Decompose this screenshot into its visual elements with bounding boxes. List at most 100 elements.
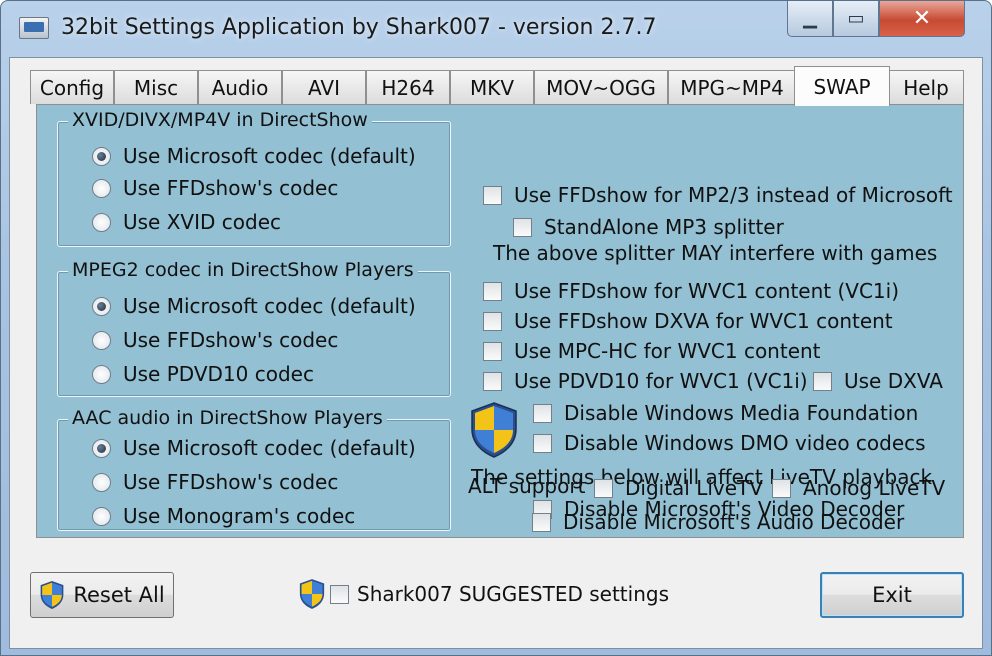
xvid-option-xvid[interactable]: Use XVID codec — [92, 210, 281, 234]
checkbox-label: StandAlone MP3 splitter — [544, 215, 784, 239]
checkbox-label: Digital LiveTV — [625, 476, 763, 500]
ffdshow-mp23-checkbox[interactable]: Use FFDshow for MP2/3 instead of Microso… — [483, 183, 953, 207]
analog-livetv-checkbox[interactable]: Anolog LiveTV — [772, 476, 945, 500]
checkbox-icon — [483, 311, 502, 331]
alt-support-label: ALT support — [468, 474, 586, 498]
checkbox-label: Disable Windows DMO video codecs — [564, 431, 926, 455]
tab-mkv[interactable]: MKV — [450, 70, 534, 104]
radio-icon — [92, 364, 111, 384]
window-title: 32bit Settings Application by Shark007 -… — [61, 15, 657, 40]
checkbox-icon — [813, 371, 832, 391]
reset-all-button[interactable]: Reset All — [30, 572, 174, 618]
aac-option-microsoft[interactable]: Use Microsoft codec (default) — [92, 436, 416, 460]
disable-dmo-checkbox[interactable]: Disable Windows DMO video codecs — [533, 431, 926, 455]
suggested-settings-checkbox[interactable]: Shark007 SUGGESTED settings — [298, 578, 669, 610]
splitter-warning-text: The above splitter MAY interfere with ga… — [493, 241, 938, 265]
swap-panel: XVID/DIVX/MP4V in DirectShow Use Microso… — [36, 104, 964, 538]
maximize-icon: ▭ — [847, 8, 865, 29]
option-label: Use FFDshow's codec — [123, 328, 339, 352]
checkbox-label: Disable Microsoft's Audio Decoder — [563, 510, 905, 534]
radio-icon — [92, 178, 111, 198]
disable-wmf-checkbox[interactable]: Disable Windows Media Foundation — [533, 401, 918, 425]
minimize-button[interactable]: ▁ — [787, 1, 833, 37]
checkbox-icon — [483, 341, 502, 361]
radio-icon — [92, 212, 111, 232]
option-label: Use Microsoft codec (default) — [123, 436, 416, 460]
tab-strip: Config Misc Audio AVI H264 MKV MOV~OGG M… — [30, 66, 980, 106]
uac-shield-icon — [40, 581, 64, 609]
ffdshow-wvc1-checkbox[interactable]: Use FFDshow for WVC1 content (VC1i) — [483, 279, 899, 303]
checkbox-icon — [594, 478, 613, 498]
radio-icon — [92, 472, 111, 492]
checkbox-icon — [330, 584, 349, 604]
aac-option-monogram[interactable]: Use Monogram's codec — [92, 504, 355, 528]
xvid-option-microsoft[interactable]: Use Microsoft codec (default) — [92, 144, 416, 168]
mpchc-wvc1-checkbox[interactable]: Use MPC-HC for WVC1 content — [483, 339, 821, 363]
option-label: Use Monogram's codec — [123, 504, 356, 528]
tab-mpg-mp4[interactable]: MPG~MP4 — [668, 70, 796, 104]
xvid-group: XVID/DIVX/MP4V in DirectShow Use Microso… — [57, 109, 451, 247]
option-label: Use FFDshow's codec — [123, 470, 339, 494]
checkbox-label: Use FFDshow DXVA for WVC1 content — [514, 309, 893, 333]
digital-livetv-checkbox[interactable]: Digital LiveTV — [594, 476, 763, 500]
option-label: Use Microsoft codec (default) — [123, 294, 416, 318]
radio-icon — [92, 296, 111, 316]
exit-label: Exit — [872, 583, 912, 607]
tab-h264[interactable]: H264 — [366, 70, 450, 104]
maximize-button[interactable]: ▭ — [833, 1, 879, 37]
aac-group-title: AAC audio in DirectShow Players — [68, 407, 387, 429]
disable-ms-audio-checkbox[interactable]: Disable Microsoft's Audio Decoder — [532, 510, 904, 534]
radio-icon — [92, 330, 111, 350]
mpeg2-group-title: MPEG2 codec in DirectShow Players — [68, 259, 418, 281]
close-button[interactable]: ✕ — [879, 1, 965, 37]
mpeg2-option-pdvd10[interactable]: Use PDVD10 codec — [92, 362, 314, 386]
tab-mov-ogg[interactable]: MOV~OGG — [534, 70, 668, 104]
close-icon: ✕ — [912, 6, 932, 31]
checkbox-icon — [513, 217, 532, 237]
minimize-icon: ▁ — [803, 8, 817, 29]
radio-icon — [92, 438, 111, 458]
checkbox-label: Use FFDshow for MP2/3 instead of Microso… — [514, 183, 953, 207]
tab-audio[interactable]: Audio — [198, 70, 282, 104]
checkbox-icon — [533, 433, 552, 453]
title-bar[interactable]: 32bit Settings Application by Shark007 -… — [1, 1, 991, 57]
ffdshow-dxva-wvc1-checkbox[interactable]: Use FFDshow DXVA for WVC1 content — [483, 309, 893, 333]
exit-button[interactable]: Exit — [820, 572, 964, 618]
uac-shield-icon — [299, 579, 325, 609]
checkbox-icon — [483, 281, 502, 301]
xvid-group-title: XVID/DIVX/MP4V in DirectShow — [68, 109, 372, 131]
use-dxva-checkbox[interactable]: Use DXVA — [813, 369, 943, 393]
option-label: Use FFDshow's codec — [123, 176, 339, 200]
standalone-mp3-checkbox[interactable]: StandAlone MP3 splitter — [513, 215, 784, 239]
dialog-body: Config Misc Audio AVI H264 MKV MOV~OGG M… — [9, 57, 983, 649]
tab-config[interactable]: Config — [30, 70, 114, 104]
checkbox-icon — [772, 478, 791, 498]
tab-swap[interactable]: SWAP — [794, 66, 890, 106]
xvid-option-ffdshow[interactable]: Use FFDshow's codec — [92, 176, 338, 200]
mpeg2-group: MPEG2 codec in DirectShow Players Use Mi… — [57, 259, 451, 397]
mpeg2-option-ffdshow[interactable]: Use FFDshow's codec — [92, 328, 338, 352]
reset-all-label: Reset All — [73, 583, 165, 607]
aac-group: AAC audio in DirectShow Players Use Micr… — [57, 407, 451, 531]
checkbox-label: Shark007 SUGGESTED settings — [357, 582, 669, 606]
checkbox-icon — [483, 185, 502, 205]
checkbox-label: Use FFDshow for WVC1 content (VC1i) — [514, 279, 899, 303]
option-label: Use XVID codec — [123, 210, 281, 234]
option-label: Use PDVD10 codec — [123, 362, 314, 386]
uac-shield-icon — [471, 402, 517, 458]
checkbox-label: Use PDVD10 for WVC1 (VC1i) — [514, 369, 808, 393]
aac-option-ffdshow[interactable]: Use FFDshow's codec — [92, 470, 338, 494]
checkbox-label: Anolog LiveTV — [803, 476, 946, 500]
checkbox-icon — [532, 512, 551, 532]
app-icon — [19, 17, 49, 39]
checkbox-label: Disable Windows Media Foundation — [564, 401, 919, 425]
mpeg2-option-microsoft[interactable]: Use Microsoft codec (default) — [92, 294, 416, 318]
tab-misc[interactable]: Misc — [114, 70, 198, 104]
app-window: 32bit Settings Application by Shark007 -… — [0, 0, 992, 656]
checkbox-icon — [533, 403, 552, 423]
checkbox-label: Use MPC-HC for WVC1 content — [514, 339, 821, 363]
pdvd10-wvc1-checkbox[interactable]: Use PDVD10 for WVC1 (VC1i) — [483, 369, 808, 393]
tab-avi[interactable]: AVI — [282, 70, 366, 104]
checkbox-icon — [483, 371, 502, 391]
tab-help[interactable]: Help — [888, 70, 964, 104]
